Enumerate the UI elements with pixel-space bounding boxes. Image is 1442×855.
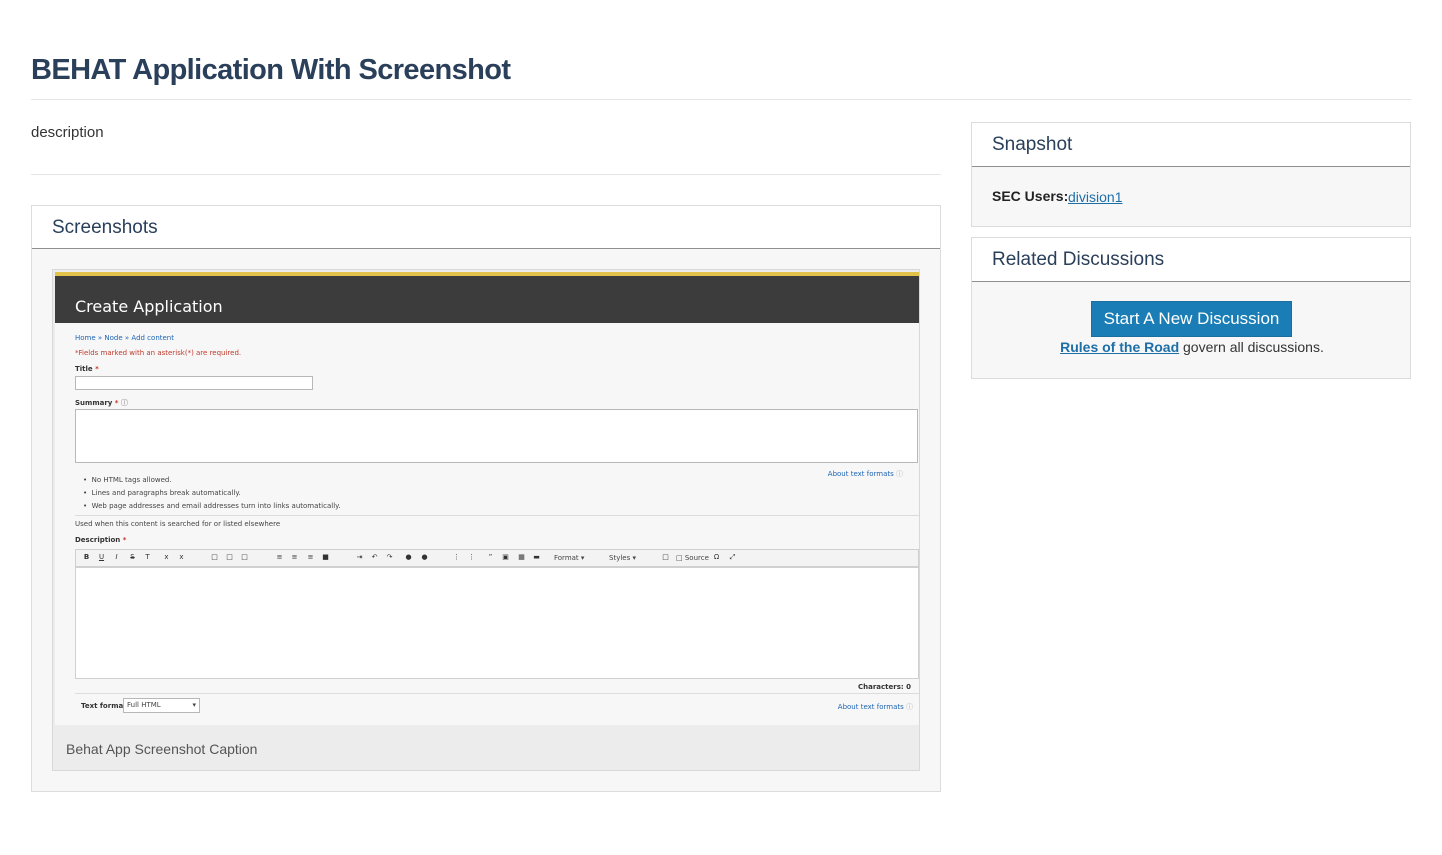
mock-title-field (75, 376, 313, 390)
mock-divider (75, 515, 919, 516)
related-discussions-heading: Related Discussions (972, 238, 1410, 282)
remove-format-icon: T (145, 553, 150, 561)
superscript-icon: x (179, 553, 184, 561)
horizontal-rule-icon: ▬ (533, 553, 540, 561)
mock-required-note: *Fields marked with an asterisk(*) are r… (75, 349, 242, 357)
link-icon: ● (405, 553, 412, 561)
unlink-icon: ● (421, 553, 428, 561)
mock-title: Create Application (75, 297, 223, 316)
mock-hint-2: • Lines and paragraphs break automatical… (83, 489, 241, 497)
bulleted-list-icon: ⋮ (453, 553, 460, 561)
mock-text-format-value: Full HTML (127, 701, 161, 709)
mock-title-label: Title * (75, 365, 99, 373)
chevron-down-icon: ▾ (192, 701, 196, 709)
mock-about-formats-bottom: About text formats ⓘ (837, 703, 913, 711)
image-icon: ▣ (502, 553, 509, 561)
underline-icon: U (98, 553, 105, 561)
italic-icon: I (115, 553, 118, 561)
numbered-list-icon: ⋮ (468, 553, 475, 561)
snapshot-panel: Snapshot SEC Users: division1 (971, 122, 1411, 227)
subscript-icon: x (164, 553, 169, 561)
table-icon: ▦ (518, 553, 525, 561)
screenshots-panel: Screenshots Create Application Home » No… (31, 205, 941, 792)
mock-bottom-divider (75, 693, 919, 694)
sec-users-link[interactable]: division1 (1068, 189, 1122, 205)
start-discussion-button[interactable]: Start A New Discussion (1091, 301, 1292, 337)
rules-suffix: govern all discussions. (1179, 339, 1324, 355)
mock-used-when: Used when this content is searched for o… (75, 520, 281, 528)
mock-editor-toolbar: B U I S T x x □ □ □ ≡ ≡ ≡ ■ ⇥ ↶ ↷ ● ● ⋮ … (75, 549, 919, 567)
undo-icon: ↶ (371, 553, 378, 561)
mock-source-button: □ Source (676, 554, 709, 562)
description-text: description (31, 124, 104, 141)
align-left-icon: ≡ (276, 553, 283, 561)
rules-text: Rules of the Road govern all discussions… (972, 339, 1412, 355)
mock-breadcrumb: Home » Node » Add content (75, 334, 174, 342)
screenshot-caption: Behat App Screenshot Caption (66, 741, 258, 757)
mock-summary-field (75, 409, 918, 463)
screenshots-heading: Screenshots (32, 206, 940, 249)
special-char-icon: Ω (713, 553, 720, 561)
sec-users-label: SEC Users: (992, 188, 1069, 204)
mock-characters: Characters: 0 (858, 683, 911, 691)
rules-of-the-road-link[interactable]: Rules of the Road (1060, 339, 1179, 355)
mock-text-format-select: Full HTML ▾ (123, 698, 200, 713)
paste-text-icon: □ (226, 553, 233, 561)
align-justify-icon: ■ (322, 553, 329, 561)
mock-format-select: Format ▾ (554, 554, 585, 562)
mock-header: Create Application (55, 276, 919, 323)
align-center-icon: ≡ (291, 553, 298, 561)
blockquote-icon: ” (488, 553, 493, 561)
mock-description-editor (75, 567, 919, 679)
mock-text-format-label: Text format (81, 702, 127, 710)
indent-icon: ⇥ (356, 553, 363, 561)
related-discussions-panel: Related Discussions Start A New Discussi… (971, 237, 1411, 379)
page-title: BEHAT Application With Screenshot (31, 54, 511, 86)
paste-icon: □ (211, 553, 218, 561)
redo-icon: ↷ (386, 553, 393, 561)
maximize-icon: ⤢ (729, 553, 736, 561)
template-icon: □ (662, 553, 669, 561)
mock-description-label: Description * (75, 536, 127, 544)
mock-hint-3: • Web page addresses and email addresses… (83, 502, 341, 510)
screenshot-image[interactable]: Create Application Home » Node » Add con… (55, 272, 919, 725)
mock-styles-select: Styles ▾ (609, 554, 636, 562)
mock-about-formats: About text formats ⓘ (827, 470, 903, 478)
paste-word-icon: □ (241, 553, 248, 561)
screenshot-figure: Create Application Home » Node » Add con… (52, 269, 920, 771)
description-divider (31, 174, 941, 175)
mock-summary-label: Summary * ⓘ (75, 399, 128, 407)
strike-icon: S (130, 553, 135, 561)
align-right-icon: ≡ (307, 553, 314, 561)
title-divider (31, 99, 1411, 100)
bold-icon: B (83, 553, 90, 561)
snapshot-heading: Snapshot (972, 123, 1410, 167)
mock-hint-1: • No HTML tags allowed. (83, 476, 172, 484)
